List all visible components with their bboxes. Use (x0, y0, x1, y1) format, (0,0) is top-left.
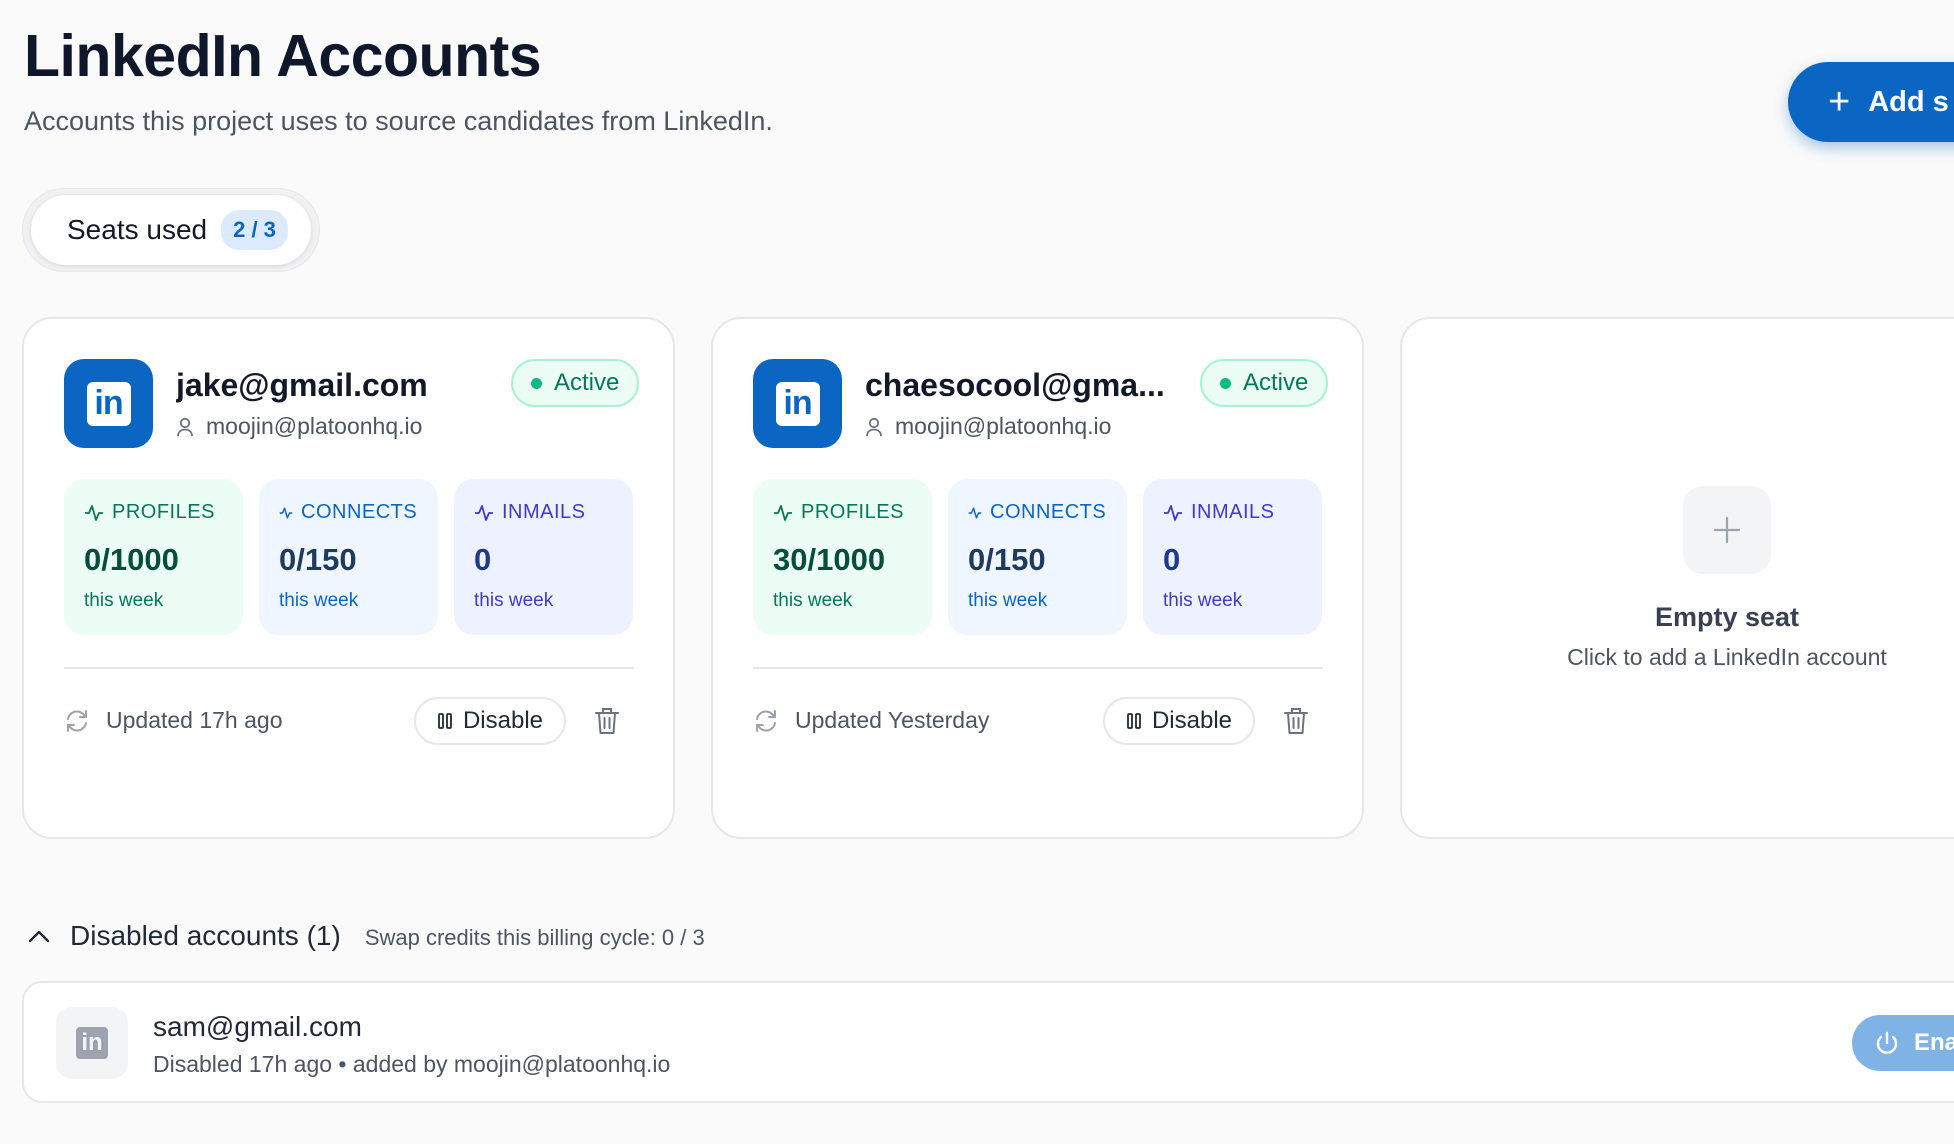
disable-button-label: Disable (462, 707, 544, 734)
linkedin-logo-icon: in (753, 359, 842, 448)
chevron-up-icon (28, 930, 50, 943)
plus-icon: + (1828, 81, 1851, 123)
metric-period: this week (968, 590, 1048, 611)
account-owner: moojin@platoonhq.io (176, 413, 422, 440)
account-card: in jake@gmail.com moojin@platoonhq.io Ac… (22, 317, 675, 839)
updated-status: Updated Yesterday (753, 707, 989, 734)
disabled-accounts-toggle[interactable]: Disabled accounts (1) Swap credits this … (28, 920, 705, 952)
add-seat-button[interactable]: + Add s (1788, 62, 1954, 142)
status-badge: Active (511, 359, 640, 407)
empty-seat-title: Empty seat (1654, 602, 1800, 632)
disable-button[interactable]: Disable (1103, 697, 1255, 745)
enable-button[interactable]: Ena (1852, 1015, 1954, 1071)
status-label: Active (554, 369, 620, 396)
metric-period: this week (84, 590, 164, 611)
metric-connects: CONNECTS 0/150 this week (948, 479, 1127, 635)
page-title: LinkedIn Accounts (24, 23, 542, 89)
metric-value: 0/1000 (84, 542, 179, 577)
disabled-account-email: sam@gmail.com (153, 1011, 362, 1042)
disabled-account-row: in sam@gmail.com Disabled 17h ago • adde… (22, 981, 1954, 1103)
delete-button[interactable] (589, 703, 625, 739)
metric-period: this week (279, 590, 359, 611)
user-icon (177, 417, 193, 436)
metric-value: 0/150 (968, 542, 1046, 577)
seats-used-pill: Seats used 2 / 3 (22, 188, 320, 272)
disabled-account-meta: Disabled 17h ago • added by moojin@plato… (153, 1051, 671, 1077)
metric-value: 0 (474, 542, 492, 577)
account-email: chaesocool@gma... (865, 367, 1165, 403)
updated-text: Updated Yesterday (795, 707, 990, 733)
delete-button[interactable] (1278, 703, 1314, 739)
card-divider (64, 667, 634, 669)
metric-value: 0/150 (279, 542, 357, 577)
account-owner-email: moojin@platoonhq.io (895, 413, 1112, 439)
seats-used-inner: Seats used 2 / 3 (31, 195, 311, 265)
empty-seat-card[interactable]: Empty seat Click to add a LinkedIn accou… (1400, 317, 1954, 839)
disable-button-label: Disable (1151, 707, 1233, 734)
linkedin-logo-icon: in (64, 359, 153, 448)
metric-label: INMAILS (502, 501, 586, 523)
status-dot-icon (531, 377, 542, 389)
account-email: jake@gmail.com (176, 367, 428, 403)
status-badge: Active (1200, 359, 1329, 407)
metric-label: INMAILS (1191, 501, 1275, 523)
metric-period: this week (474, 590, 554, 611)
seats-used-label: Seats used (67, 214, 208, 245)
activity-icon (475, 504, 493, 521)
metric-period: this week (1163, 590, 1243, 611)
refresh-icon (67, 709, 87, 732)
metric-connects: CONNECTS 0/150 this week (259, 479, 438, 635)
activity-icon (85, 504, 103, 521)
swap-credits: Swap credits this billing cycle: 0 / 3 (364, 925, 705, 950)
metric-inmails: INMAILS 0 this week (1143, 479, 1322, 635)
activity-icon (1164, 504, 1182, 521)
metric-profiles: PROFILES 0/1000 this week (64, 479, 243, 635)
activity-icon (774, 504, 792, 521)
activity-icon (968, 506, 982, 519)
trash-icon (595, 708, 619, 734)
metric-value: 30/1000 (773, 542, 886, 577)
account-owner-email: moojin@platoonhq.io (206, 413, 423, 439)
disabled-accounts-title: Disabled accounts (1) (70, 920, 341, 951)
page-subtitle: Accounts this project uses to source can… (24, 106, 773, 136)
metric-value: 0 (1163, 542, 1181, 577)
trash-icon (1284, 708, 1308, 734)
updated-text: Updated 17h ago (106, 707, 283, 733)
enable-button-label: Ena (1914, 1029, 1954, 1056)
empty-seat-subtitle: Click to add a LinkedIn account (1567, 644, 1887, 670)
status-dot-icon (1220, 377, 1231, 389)
status-label: Active (1243, 369, 1309, 396)
plus-icon (1683, 486, 1771, 574)
refresh-icon (756, 709, 776, 732)
pause-icon (438, 713, 452, 729)
metric-label: CONNECTS (990, 501, 1107, 523)
account-card: in chaesocool@gma... moojin@platoonhq.io… (711, 317, 1364, 839)
metric-period: this week (773, 590, 853, 611)
activity-icon (279, 506, 293, 519)
metric-label: PROFILES (801, 501, 904, 523)
metric-label: CONNECTS (301, 501, 418, 523)
account-owner: moojin@platoonhq.io (865, 413, 1111, 440)
user-icon (866, 417, 882, 436)
metric-inmails: INMAILS 0 this week (454, 479, 633, 635)
power-icon (1876, 1031, 1898, 1054)
metric-label: PROFILES (112, 501, 215, 523)
add-seat-button-label: Add s (1868, 85, 1949, 118)
linkedin-logo-icon: in (56, 1007, 128, 1079)
disable-button[interactable]: Disable (414, 697, 566, 745)
pause-icon (1127, 713, 1141, 729)
seats-used-badge: 2 / 3 (221, 210, 288, 250)
metric-profiles: PROFILES 30/1000 this week (753, 479, 932, 635)
card-divider (753, 667, 1323, 669)
updated-status: Updated 17h ago (64, 707, 283, 734)
